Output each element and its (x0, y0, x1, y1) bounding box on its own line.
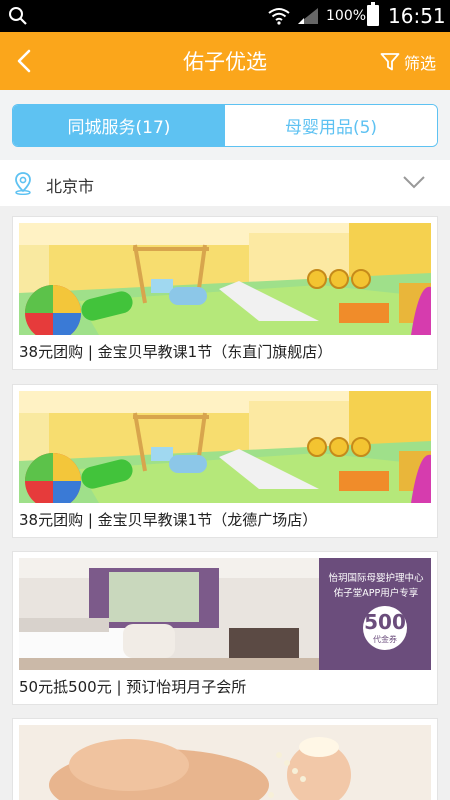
promo-line-2: 佑子堂APP用户专享 (333, 588, 419, 599)
list-item[interactable]: 38元团购 | 金宝贝早教课1节（东直门旗舰店） (12, 216, 438, 370)
list-item[interactable]: 38元团购 | 金宝贝早教课1节（龙德广场店） (12, 384, 438, 538)
battery-percent: 100% (326, 8, 367, 24)
wifi-icon (268, 8, 290, 25)
city-label: 北京市 (46, 177, 95, 196)
funnel-icon (380, 53, 400, 71)
location-pin-icon (15, 172, 31, 195)
list-item[interactable]: 怡玥国际母婴护理中心 佑子堂APP用户专享 500 代金券 50元抵500元 |… (12, 551, 438, 705)
tab-local-services[interactable]: 同城服务(17) (13, 105, 225, 146)
filter-label: 筛选 (404, 54, 437, 73)
playroom-photo (19, 223, 431, 335)
location-selector[interactable]: 北京市 (0, 160, 450, 206)
signal-icon (298, 8, 318, 24)
bedroom-promo-banner: 怡玥国际母婴护理中心 佑子堂APP用户专享 500 代金券 (19, 558, 431, 670)
playroom-photo (19, 391, 431, 503)
voucher-amount: 500 (364, 610, 406, 634)
status-bar: 100% 16:51 (0, 0, 450, 32)
item-caption: 38元团购 | 金宝贝早教课1节（东直门旗舰店） (19, 343, 333, 361)
item-caption: 38元团购 | 金宝贝早教课1节（龙德广场店） (19, 511, 318, 529)
clock: 16:51 (388, 4, 446, 28)
promo-line-1: 怡玥国际母婴护理中心 (328, 573, 424, 584)
tab-bar-container: 同城服务(17) 母婴用品(5) (0, 90, 450, 160)
search-icon[interactable] (8, 6, 28, 26)
app-header: 佑子优选 筛选 (0, 32, 450, 90)
tab-bar: 同城服务(17) 母婴用品(5) (12, 104, 438, 147)
item-caption: 50元抵500元 | 预订怡玥月子会所 (19, 678, 247, 696)
filter-button[interactable]: 筛选 (380, 50, 436, 74)
battery-icon (367, 2, 379, 26)
tab-baby-products[interactable]: 母婴用品(5) (225, 105, 437, 146)
voucher-label: 代金券 (373, 635, 397, 644)
chevron-down-icon[interactable] (402, 174, 426, 190)
baby-photo (19, 725, 431, 800)
list-item[interactable] (12, 718, 438, 800)
